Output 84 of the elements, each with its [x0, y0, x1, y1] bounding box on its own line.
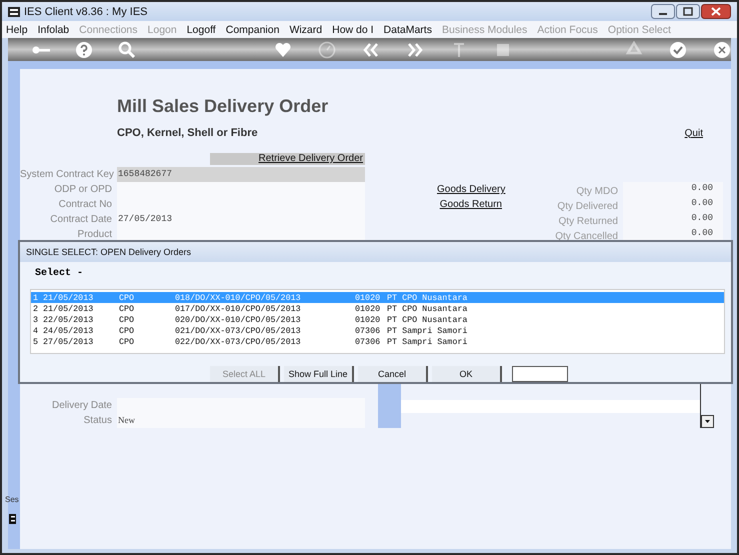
close-icon[interactable]	[713, 40, 731, 58]
quantity-field[interactable]: 0.00	[623, 197, 723, 212]
help-icon[interactable]	[74, 40, 93, 58]
quit-link[interactable]: Quit	[684, 128, 703, 138]
search-icon[interactable]	[118, 40, 136, 58]
document-icon	[9, 514, 16, 524]
list-cell-text: 21/05/2013	[43, 304, 94, 314]
input-field[interactable]: 27/05/2013	[117, 212, 365, 227]
list-cell-text: 27/05/2013	[43, 336, 94, 346]
list-cell-text: 01020	[355, 304, 382, 314]
double-right-arrow-icon[interactable]	[406, 40, 424, 58]
dialog-title: SINGLE SELECT: OPEN Delivery Orders	[20, 242, 731, 262]
field-label: Product	[76, 229, 112, 240]
list-cell-text: 07306	[355, 336, 382, 346]
page-subtitle: CPO, Kernel, Shell or Fibre	[117, 127, 258, 139]
list-cell-text: 020/DO/XX-010/CPO/05/2013	[175, 314, 302, 324]
maximize-button[interactable]	[676, 4, 700, 19]
list-cell-text: PT CPO Nusantara	[387, 304, 468, 314]
field-label: System Contract Key	[20, 169, 112, 180]
goods-link[interactable]: Goods Return	[437, 199, 502, 210]
field-label: Delivery Date	[50, 400, 112, 411]
quantity-label: Qty Delivered	[556, 200, 618, 212]
input-field[interactable]: 1658482677	[117, 167, 365, 182]
menu-item[interactable]: Logoff	[186, 24, 216, 36]
list-cell-text: PT Sampri Samori	[387, 326, 468, 336]
quantity-field[interactable]: 0.00	[623, 182, 723, 197]
list-cell-text: 017/DO/XX-010/CPO/05/2013	[175, 304, 302, 314]
panel-block	[378, 381, 401, 428]
list-cell-text: CPO	[119, 292, 136, 302]
list-cell-text: 2	[33, 304, 40, 314]
list-cell-text: 24/05/2013	[43, 326, 94, 336]
field-label: Status	[82, 415, 112, 426]
list-row[interactable]: 5 27/05/2013 CPO 022/DO/XX-073/CPO/05/2013 07306 PT Sampri Samori	[31, 336, 724, 347]
list-cell-text: 22/05/2013	[43, 314, 94, 324]
list-cell-text: 018/DO/XX-010/CPO/05/2013	[175, 292, 302, 302]
input-field[interactable]	[117, 182, 365, 197]
page-title: Mill Sales Delivery Order	[117, 96, 330, 118]
checkmark-icon[interactable]	[669, 40, 688, 58]
double-left-arrow-icon[interactable]	[362, 40, 380, 58]
select-prompt: Select -	[35, 268, 84, 280]
list-cell-text: 022/DO/XX-073/CPO/05/2013	[175, 336, 302, 346]
menu-item[interactable]: How do I	[332, 24, 374, 36]
window-title: IES Client v8.36 : My IES	[24, 6, 148, 18]
list-row[interactable]: 3 22/05/2013 CPO 020/DO/XX-010/CPO/05/2013 01020 PT CPO Nusantara	[31, 314, 724, 325]
list-row[interactable]: 4 24/05/2013 CPO 021/DO/XX-073/CPO/05/2013 07306 PT Sampri Samori	[31, 325, 724, 336]
list-cell-text: 21/05/2013	[43, 292, 94, 302]
list-cell-text: PT CPO Nusantara	[387, 292, 468, 302]
list-cell-text: 01020	[355, 292, 382, 302]
app-icon	[8, 6, 20, 16]
list-cell-text: CPO	[119, 336, 136, 346]
list-cell-text: 021/DO/XX-073/CPO/05/2013	[175, 326, 302, 336]
list-cell-text: 3	[33, 314, 40, 324]
dialog-button[interactable]: Cancel	[358, 366, 428, 382]
list-cell-text: 1	[33, 292, 40, 302]
list-cell-text: CPO	[119, 326, 136, 336]
field-label: ODP or OPD	[53, 184, 112, 195]
quantity-label: Qty Returned	[558, 215, 618, 227]
menu-item[interactable]: Wizard	[289, 24, 322, 36]
minimize-button[interactable]	[651, 4, 675, 19]
dialog-button[interactable]: Show Full Line	[284, 366, 354, 382]
heart-icon[interactable]	[274, 40, 292, 58]
field-label: Contract Date	[49, 214, 112, 225]
list-cell-text: PT Sampri Samori	[387, 336, 468, 346]
close-button[interactable]	[701, 4, 731, 19]
menu-item[interactable]: Infolab	[38, 24, 70, 36]
side-label: Ses	[5, 495, 19, 504]
field-label: Contract No	[58, 199, 112, 210]
list-cell-text: PT CPO Nusantara	[387, 314, 468, 324]
list-cell-text: 07306	[355, 326, 382, 336]
input-field[interactable]	[512, 366, 568, 382]
input-field[interactable]: New	[117, 413, 365, 428]
quantity-field[interactable]: 0.00	[623, 212, 723, 227]
dropdown-button[interactable]	[701, 415, 714, 428]
list-row[interactable]: 2 21/05/2013 CPO 017/DO/XX-010/CPO/05/2013 01020 PT CPO Nusantara	[31, 303, 724, 314]
list-cell-text: CPO	[119, 304, 136, 314]
list-cell-text: 01020	[355, 314, 382, 324]
retrieve-button[interactable]: Retrieve Delivery Order	[210, 153, 365, 165]
menu-item[interactable]: Help	[6, 24, 28, 36]
list-cell-text: CPO	[119, 314, 136, 324]
dialog-button[interactable]: OK	[432, 366, 502, 382]
list-cell-text: 5	[33, 336, 40, 346]
menu-item[interactable]: DataMarts	[384, 24, 432, 36]
list-cell-text: 4	[33, 326, 40, 336]
menu-item[interactable]: Companion	[226, 24, 280, 36]
